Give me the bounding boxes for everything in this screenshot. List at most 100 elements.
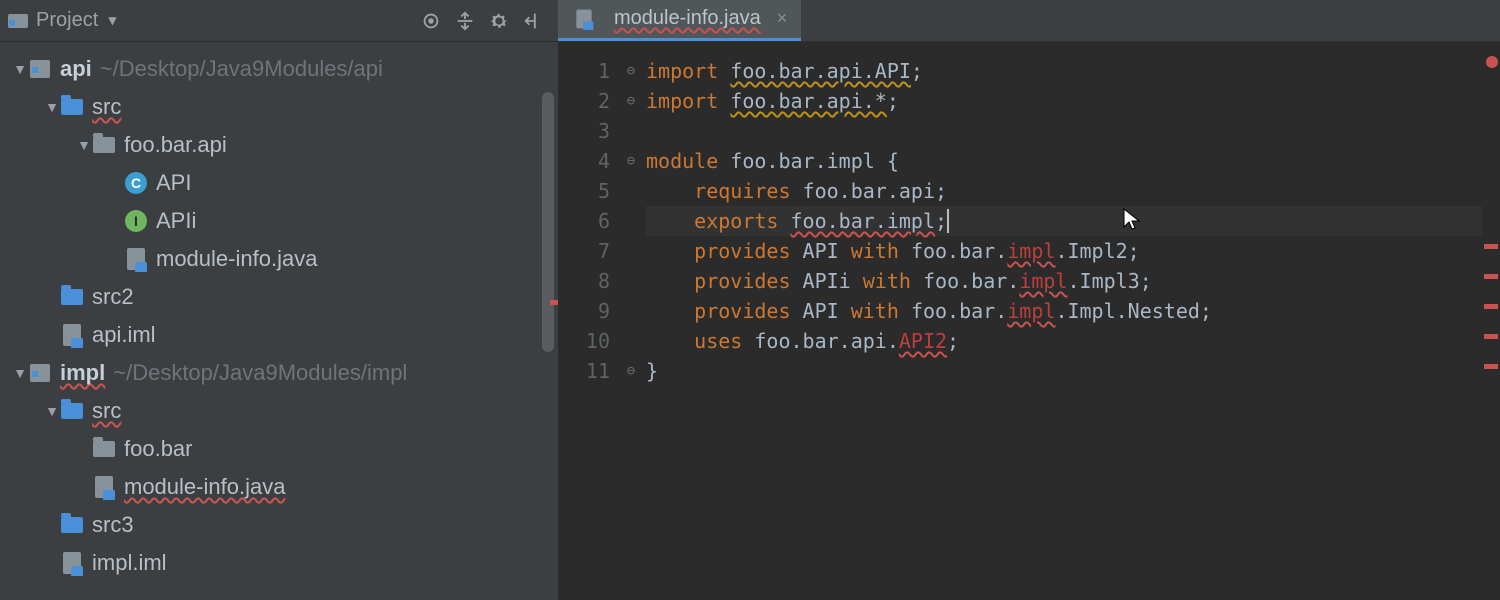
fold-icon — [620, 206, 642, 236]
code-token: uses — [646, 329, 754, 353]
error-marker[interactable] — [1484, 274, 1498, 279]
fold-icon — [620, 176, 642, 206]
tree-label: module-info.java — [156, 246, 317, 272]
code-token: foo.bar.api.* — [730, 89, 887, 113]
project-title[interactable]: Project — [36, 9, 98, 32]
tree-label: src — [92, 94, 121, 120]
fold-icon[interactable]: ⊖ — [620, 146, 642, 176]
code-line[interactable]: provides API with foo.bar.impl.Impl.Nest… — [646, 296, 1482, 326]
locate-icon[interactable] — [414, 4, 448, 38]
tree-item[interactable]: ▼CAPI — [0, 164, 558, 202]
hide-icon[interactable] — [516, 4, 550, 38]
code-token: with — [851, 299, 911, 323]
tree-item[interactable]: ▼foo.bar — [0, 430, 558, 468]
code-line[interactable]: module foo.bar.impl { — [646, 146, 1482, 176]
tree-label: src3 — [92, 512, 134, 538]
error-marker[interactable] — [1484, 244, 1498, 249]
code-token: module — [646, 149, 730, 173]
code-line[interactable] — [646, 116, 1482, 146]
java-file-icon — [60, 324, 84, 346]
class-i-icon: I — [124, 210, 148, 232]
expand-arrow-icon[interactable]: ▼ — [76, 137, 92, 153]
project-icon — [8, 12, 28, 30]
java-file-icon — [92, 476, 116, 498]
error-summary-icon[interactable] — [1486, 56, 1498, 68]
code-token: import — [646, 59, 730, 83]
fold-icon[interactable]: ⊖ — [620, 356, 642, 386]
code-token: foo.bar.impl { — [730, 149, 899, 173]
expand-arrow-icon[interactable]: ▼ — [12, 365, 28, 381]
tree-label: module-info.java — [124, 474, 285, 500]
fold-icon — [620, 296, 642, 326]
error-marker-rail[interactable] — [1482, 42, 1500, 600]
code-token: ; — [887, 89, 899, 113]
code-token: requires — [646, 179, 803, 203]
tab-module-info[interactable]: module-info.java × — [558, 0, 801, 41]
code-token: import — [646, 89, 730, 113]
fold-icon — [620, 266, 642, 296]
fold-icon[interactable]: ⊖ — [620, 86, 642, 116]
tree-label: impl — [60, 360, 105, 386]
code-token: foo.bar.api.API — [730, 59, 911, 83]
tab-label: module-info.java — [614, 7, 761, 30]
code-token: with — [863, 269, 923, 293]
code-token: impl — [1007, 299, 1055, 323]
tree-item[interactable]: ▼api~/Desktop/Java9Modules/api — [0, 50, 558, 88]
tree-item[interactable]: ▼api.iml — [0, 316, 558, 354]
code-line[interactable]: import foo.bar.api.*; — [646, 86, 1482, 116]
tree-item[interactable]: ▼impl~/Desktop/Java9Modules/impl — [0, 354, 558, 392]
code-token: API2 — [899, 329, 947, 353]
tree-item[interactable]: ▼module-info.java — [0, 240, 558, 278]
tree-label: foo.bar.api — [124, 132, 227, 158]
project-header: Project ▼ — [0, 0, 558, 42]
close-icon[interactable]: × — [777, 8, 788, 29]
expand-arrow-icon[interactable]: ▼ — [44, 99, 60, 115]
expand-arrow-icon[interactable]: ▼ — [12, 61, 28, 77]
project-tool-window: Project ▼ ▼api~/Desktop/Java9Modules/api… — [0, 0, 558, 600]
collapse-icon[interactable] — [448, 4, 482, 38]
code-line[interactable]: requires foo.bar.api; — [646, 176, 1482, 206]
tree-item[interactable]: ▼module-info.java — [0, 468, 558, 506]
tree-item[interactable]: ▼IAPIi — [0, 202, 558, 240]
code-token: impl — [1019, 269, 1067, 293]
error-marker[interactable] — [1484, 364, 1498, 369]
gear-icon[interactable] — [482, 4, 516, 38]
editor-area: module-info.java × 1234567891011 ⊖⊖⊖⊖ im… — [558, 0, 1500, 600]
code-editor[interactable]: 1234567891011 ⊖⊖⊖⊖ import foo.bar.api.AP… — [558, 42, 1500, 600]
error-marker[interactable] — [1484, 304, 1498, 309]
scrollbar[interactable] — [542, 92, 554, 352]
java-file-icon — [60, 552, 84, 574]
text-caret — [947, 209, 949, 233]
tree-item[interactable]: ▼src3 — [0, 506, 558, 544]
tree-item[interactable]: ▼impl.iml — [0, 544, 558, 582]
expand-arrow-icon[interactable]: ▼ — [44, 403, 60, 419]
code-line[interactable]: import foo.bar.api.API; — [646, 56, 1482, 86]
tree-item[interactable]: ▼src — [0, 392, 558, 430]
fold-icon — [620, 116, 642, 146]
fold-gutter[interactable]: ⊖⊖⊖⊖ — [620, 42, 642, 600]
code-content[interactable]: import foo.bar.api.API;import foo.bar.ap… — [642, 42, 1482, 600]
tree-item[interactable]: ▼ foo.bar.api — [0, 126, 558, 164]
code-token: provides — [646, 239, 803, 263]
tree-item[interactable]: ▼src2 — [0, 278, 558, 316]
code-line[interactable]: uses foo.bar.api.API2; — [646, 326, 1482, 356]
code-token: ; — [947, 329, 959, 353]
project-tree[interactable]: ▼api~/Desktop/Java9Modules/api▼src▼foo.b… — [0, 42, 558, 582]
code-line[interactable]: } — [646, 356, 1482, 386]
code-line[interactable]: provides API with foo.bar.impl.Impl2; — [646, 236, 1482, 266]
fold-icon — [620, 326, 642, 356]
code-line[interactable]: exports foo.bar.impl; — [646, 206, 1482, 236]
java-file-icon — [124, 248, 148, 270]
error-marker[interactable] — [1484, 334, 1498, 339]
module-icon — [28, 362, 52, 384]
code-token: foo.bar.api. — [754, 329, 899, 353]
code-token: foo.bar. — [911, 299, 1007, 323]
tree-label: impl.iml — [92, 550, 167, 576]
fold-icon[interactable]: ⊖ — [620, 56, 642, 86]
tree-item[interactable]: ▼ src — [0, 88, 558, 126]
tree-label: api — [60, 56, 92, 82]
code-token: APIi — [803, 269, 863, 293]
code-line[interactable]: provides APIi with foo.bar.impl.Impl3; — [646, 266, 1482, 296]
chevron-down-icon[interactable]: ▼ — [108, 13, 116, 29]
module-icon — [28, 58, 52, 80]
